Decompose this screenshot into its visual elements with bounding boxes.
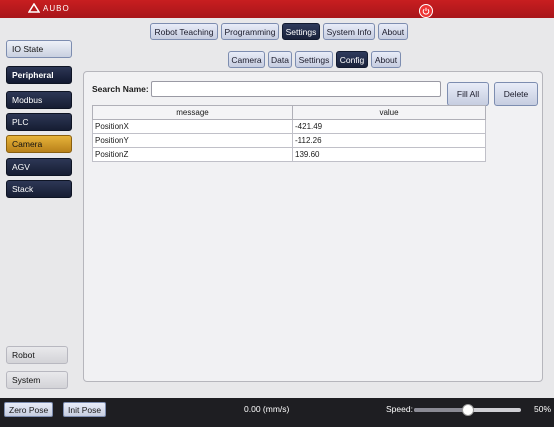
speed-slider-handle[interactable]: [461, 404, 474, 416]
zero-pose-button[interactable]: Zero Pose: [4, 402, 54, 417]
subtab-about[interactable]: About: [371, 51, 401, 68]
row-value: -421.49: [292, 119, 486, 134]
tab-settings[interactable]: Settings: [282, 23, 320, 40]
power-icon: [422, 7, 430, 15]
sidebar-item-agv[interactable]: AGV: [6, 158, 72, 176]
row-value: 139.60: [292, 147, 486, 162]
main-tabs: Robot Teaching Programming Settings Syst…: [150, 23, 408, 40]
column-header-message[interactable]: message: [92, 105, 293, 120]
title-bar: AUBO: [0, 0, 554, 18]
subtab-data[interactable]: Data: [268, 51, 292, 68]
subtab-camera[interactable]: Camera: [228, 51, 265, 68]
sidebar-item-stack[interactable]: Stack: [6, 180, 72, 198]
config-panel: Search Name: Fill All Delete message val…: [83, 71, 543, 382]
search-label: Search Name:: [92, 84, 149, 94]
config-table: message value PositionX -421.49 Position…: [92, 105, 486, 162]
table-row[interactable]: PositionX -421.49: [92, 119, 486, 134]
status-bar: Zero Pose Init Pose 0.00 (mm/s) Speed: 5…: [0, 398, 554, 427]
delete-button[interactable]: Delete: [494, 82, 538, 106]
subtab-settings[interactable]: Settings: [295, 51, 333, 68]
sidebar-item-io-state[interactable]: IO State: [6, 40, 72, 58]
table-row[interactable]: PositionZ 139.60: [92, 147, 486, 162]
aubo-logo-icon: [28, 3, 40, 13]
sidebar-item-system[interactable]: System: [6, 371, 68, 389]
row-message: PositionX: [92, 119, 293, 134]
sidebar-item-plc[interactable]: PLC: [6, 113, 72, 131]
table-header-row: message value: [92, 105, 486, 120]
sidebar-item-robot[interactable]: Robot: [6, 346, 68, 364]
tab-robot-teaching[interactable]: Robot Teaching: [150, 23, 218, 40]
init-pose-button[interactable]: Init Pose: [63, 402, 107, 417]
speed-slider[interactable]: [414, 404, 521, 416]
tab-system-info[interactable]: System Info: [323, 23, 375, 40]
tab-programming[interactable]: Programming: [221, 23, 279, 40]
fill-all-button[interactable]: Fill All: [447, 82, 489, 106]
tab-about[interactable]: About: [378, 23, 408, 40]
search-input[interactable]: [151, 81, 441, 97]
brand-name: AUBO: [43, 3, 70, 13]
speed-label: Speed:: [386, 404, 413, 414]
row-message: PositionZ: [92, 147, 293, 162]
subtab-config[interactable]: Config: [336, 51, 368, 68]
sidebar-item-camera[interactable]: Camera: [6, 135, 72, 153]
row-message: PositionY: [92, 133, 293, 148]
column-header-value[interactable]: value: [292, 105, 486, 120]
speed-percentage: 50%: [534, 404, 552, 414]
sub-tabs: Camera Data Settings Config About: [228, 51, 401, 68]
brand-logo: AUBO: [28, 3, 70, 13]
speed-slider-fill: [414, 408, 468, 412]
table-row[interactable]: PositionY -112.26: [92, 133, 486, 148]
sidebar-section-peripheral[interactable]: Peripheral: [6, 66, 72, 84]
row-value: -112.26: [292, 133, 486, 148]
velocity-readout: 0.00 (mm/s): [244, 404, 290, 414]
sidebar-item-modbus[interactable]: Modbus: [6, 91, 72, 109]
power-button[interactable]: [419, 4, 433, 18]
